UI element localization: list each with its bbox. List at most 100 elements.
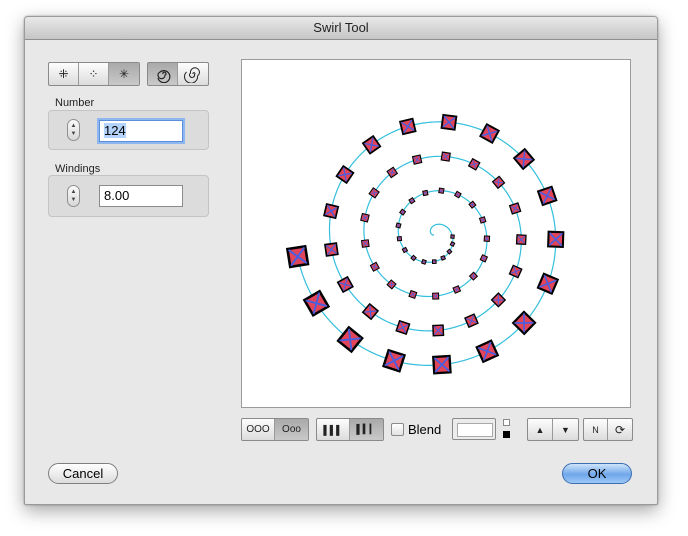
rings-small-button[interactable]: Ooo [275, 419, 308, 440]
mode-button-2[interactable]: ⁘ [79, 63, 109, 85]
rings-large-icon: OOO [246, 424, 270, 435]
swirl-marker [399, 208, 407, 216]
swirl-marker [361, 302, 380, 321]
swirl-preview-canvas [285, 113, 565, 375]
windings-stepper[interactable]: ▲ ▼ [67, 185, 80, 207]
order-segmented-control: ▲ ▼ [527, 418, 579, 441]
swirl-marker [408, 289, 418, 300]
swirl-marker [336, 325, 364, 354]
fill-swatch-white[interactable] [503, 419, 510, 426]
swirl-marker [361, 134, 382, 155]
order-down-button[interactable]: ▼ [553, 419, 578, 440]
swirl-marker [422, 189, 429, 197]
rings-small-icon: Ooo [282, 424, 301, 435]
windings-input[interactable]: 8.00 [99, 185, 183, 207]
cancel-button[interactable]: Cancel [48, 463, 118, 484]
swirl-marker [440, 255, 447, 261]
swirl-marker [508, 202, 522, 215]
order-up-button[interactable]: ▲ [528, 419, 553, 440]
orient-rotate-button[interactable]: ⟳ [608, 419, 632, 440]
stepper-up-icon: ▲ [70, 189, 77, 195]
spiral-button-loose[interactable] [148, 63, 178, 85]
swirl-marker [452, 285, 462, 294]
swirl-marker [536, 272, 560, 296]
swirl-marker [483, 235, 491, 242]
rings-segmented-control: OOO Ooo [241, 418, 309, 441]
arrow-down-icon: ▼ [561, 424, 570, 435]
swirl-marker [382, 348, 407, 373]
swirl-marker [438, 187, 445, 194]
swirl-marker [432, 354, 452, 375]
window-title: Swirl Tool [25, 17, 657, 40]
north-icon: N [592, 424, 599, 435]
swirl-marker [323, 203, 340, 220]
stepper-down-icon: ▼ [70, 197, 77, 203]
swirl-marker [508, 264, 523, 279]
swirl-marker [369, 261, 380, 272]
swirl-marker [398, 117, 417, 136]
number-label: Number [55, 97, 95, 109]
swirl-marker [515, 234, 527, 245]
spiral-loose-icon [156, 70, 170, 83]
swirl-marker [368, 187, 380, 199]
swirl-marker [411, 154, 423, 165]
swirl-marker [431, 259, 437, 264]
swirl-marker [395, 222, 402, 229]
bars-even-icon: ▌▌▌ [323, 424, 343, 435]
mode-button-3[interactable]: ✳ [109, 63, 139, 85]
spiral-tight-icon [184, 67, 200, 83]
swirl-marker [360, 212, 370, 223]
swirl-marker [464, 313, 479, 329]
number-value: 124 [104, 123, 126, 138]
blend-color-swatch [457, 423, 493, 437]
swirl-marker [395, 319, 411, 336]
swirl-marker [450, 234, 455, 239]
swirl-marker [467, 157, 481, 171]
windings-label: Windings [55, 163, 101, 175]
rings-large-button[interactable]: OOO [242, 419, 275, 440]
swirl-marker [336, 275, 354, 294]
number-input[interactable]: 124 [99, 120, 183, 142]
swirl-marker [475, 339, 500, 364]
swirl-burst-dotted-icon: ⁘ [88, 67, 99, 81]
bars-graded-icon: ▌▍▎ [356, 424, 377, 434]
orient-segmented-control: N ⟳ [583, 418, 633, 441]
stepper-down-icon: ▼ [70, 131, 77, 137]
bars-even-button[interactable]: ▌▌▌ [317, 419, 350, 440]
orient-north-button[interactable]: N [584, 419, 608, 440]
swirl-marker [449, 241, 456, 247]
fill-swatch-black[interactable] [503, 431, 510, 438]
swirl-marker [479, 254, 489, 263]
swirl-marker [285, 244, 310, 269]
swirl-marker [479, 122, 501, 144]
swirl-marker [396, 235, 403, 242]
swirl-marker [361, 239, 370, 248]
swirl-marker [453, 190, 462, 199]
swirl-marker [335, 164, 355, 185]
spiral-button-tight[interactable] [178, 63, 208, 85]
swirl-tool-dialog: Swirl Tool ⁜ ⁘ ✳ Number ▲ ▼ 124 Windings … [24, 16, 658, 505]
bars-segmented-control: ▌▌▌ ▌▍▎ [316, 418, 384, 441]
swirl-marker [420, 258, 427, 265]
blend-color-well[interactable] [452, 418, 496, 440]
swirl-marker [302, 289, 331, 317]
arrow-up-icon: ▲ [535, 424, 545, 435]
blend-label: Blend [408, 422, 442, 437]
rotate-icon: ⟳ [614, 422, 626, 437]
bars-graded-button[interactable]: ▌▍▎ [350, 419, 383, 440]
ok-button[interactable]: OK [562, 463, 632, 484]
swirl-marker [440, 151, 451, 162]
blend-checkbox[interactable] [391, 423, 404, 436]
stepper-up-icon: ▲ [70, 123, 77, 129]
swirl-marker [432, 324, 445, 337]
mode-segmented-control: ⁜ ⁘ ✳ [48, 62, 140, 86]
swirl-marker [324, 242, 339, 257]
number-stepper[interactable]: ▲ ▼ [67, 119, 80, 141]
swirl-burst-star-icon: ✳ [118, 67, 130, 81]
spiral-segmented-control [147, 62, 209, 86]
swirl-marker [432, 292, 440, 300]
swirl-marker [547, 230, 565, 249]
swirl-preview [241, 59, 631, 408]
mode-button-1[interactable]: ⁜ [49, 63, 79, 85]
swirl-marker [440, 113, 458, 131]
